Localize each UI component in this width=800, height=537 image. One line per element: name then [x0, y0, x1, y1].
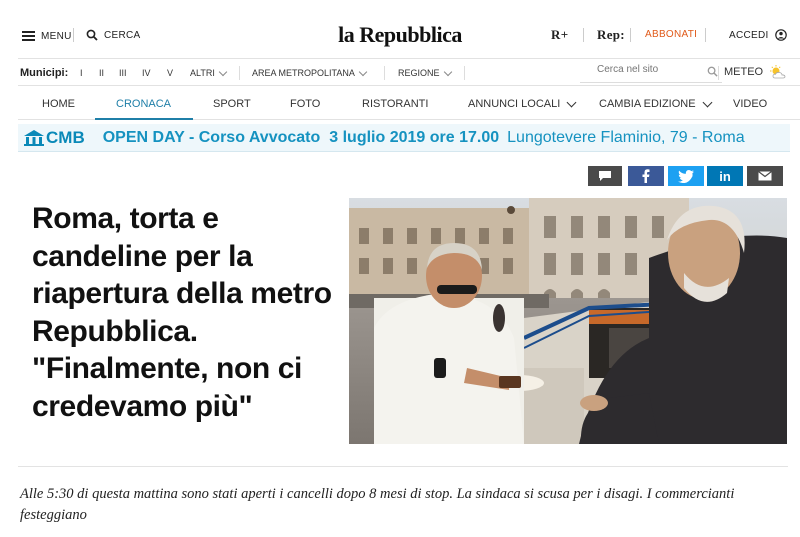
municipio-link[interactable]: II: [99, 68, 104, 78]
metro-reopening-photo: [349, 198, 787, 444]
nav-ristoranti[interactable]: RISTORANTI: [362, 98, 428, 110]
search-icon[interactable]: [707, 66, 718, 77]
banner-place: Lungotevere Flaminio, 79 - Roma: [507, 128, 745, 146]
search-input[interactable]: [597, 64, 707, 75]
regione-dropdown[interactable]: REGIONE: [398, 67, 452, 78]
nav-annunci-locali-label: ANNUNCI LOCALI: [468, 98, 561, 110]
separator: [705, 28, 706, 42]
cmb-brand: CMB: [46, 127, 85, 147]
comment-icon: [599, 171, 611, 181]
email-share-button[interactable]: [747, 166, 783, 186]
municipio-link[interactable]: V: [167, 68, 173, 78]
site-search: [580, 61, 722, 83]
nav-foto[interactable]: FOTO: [290, 98, 320, 110]
altri-label: ALTRI: [190, 68, 215, 78]
twitter-share-button[interactable]: [668, 166, 704, 186]
rplus-link[interactable]: R+: [551, 27, 568, 43]
separator: [464, 66, 465, 80]
rep-logo: Rep:: [597, 27, 625, 42]
user-icon: [774, 29, 787, 41]
weather-sun-cloud-icon: [770, 65, 786, 79]
nav-cambia-edizione[interactable]: CAMBIA EDIZIONE: [599, 97, 713, 110]
article-photo[interactable]: [349, 198, 787, 444]
chevron-down-icon: [566, 97, 577, 108]
facebook-icon: [642, 169, 650, 183]
main-nav: HOME CRONACA SPORT FOTO RISTORANTI ANNUN…: [18, 88, 800, 120]
nav-sport[interactable]: SPORT: [213, 98, 251, 110]
municipi-bar: Municipi: I II III IV V ALTRI AREA METRO…: [18, 58, 800, 86]
municipio-link[interactable]: IV: [142, 68, 151, 78]
comment-button[interactable]: [588, 166, 622, 186]
twitter-icon: [678, 169, 694, 183]
facebook-share-button[interactable]: [628, 166, 664, 186]
nav-video[interactable]: VIDEO: [733, 98, 767, 110]
chevron-down-icon: [218, 67, 228, 76]
chevron-down-icon: [702, 97, 713, 108]
separator: [384, 66, 385, 80]
banner-date: 3 luglio 2019 ore 17.00: [329, 128, 500, 146]
meteo-link[interactable]: METEO: [724, 65, 789, 79]
email-icon: [758, 171, 772, 181]
municipio-link[interactable]: I: [80, 68, 83, 78]
subscribe-link[interactable]: ABBONATI: [645, 29, 697, 40]
article-headline: Roma, torta e candeline per la riapertur…: [32, 202, 332, 423]
regione-label: REGIONE: [398, 68, 440, 78]
cmb-logo: CMB: [24, 128, 85, 148]
nav-annunci-locali[interactable]: ANNUNCI LOCALI: [468, 97, 577, 110]
separator: [718, 66, 719, 80]
login-label: ACCEDI: [729, 29, 769, 41]
linkedin-share-button[interactable]: in: [707, 166, 743, 186]
altri-dropdown[interactable]: ALTRI: [190, 67, 228, 78]
separator: [630, 28, 631, 42]
meteo-label: METEO: [724, 66, 764, 78]
nav-cambia-edizione-label: CAMBIA EDIZIONE: [599, 98, 696, 110]
login-button[interactable]: ACCEDI: [729, 29, 787, 41]
active-tab-indicator: [95, 118, 193, 120]
rep-link[interactable]: Rep:: [597, 27, 625, 43]
area-metropolitana-dropdown[interactable]: AREA METROPOLITANA: [252, 67, 368, 78]
article-summary: Alle 5:30 di questa mattina sono stati a…: [20, 486, 735, 523]
banner-title: OPEN DAY - Corso Avvocato: [102, 128, 321, 146]
nav-home[interactable]: HOME: [42, 98, 75, 110]
separator: [239, 66, 240, 80]
chevron-down-icon: [358, 67, 368, 76]
nav-cronaca[interactable]: CRONACA: [116, 98, 171, 110]
building-icon: [24, 129, 44, 146]
ad-banner[interactable]: CMB OPEN DAY - Corso Avvocato 3 luglio 2…: [18, 124, 790, 152]
rplus-logo: R+: [551, 27, 569, 42]
divider: [18, 466, 788, 467]
chevron-down-icon: [443, 67, 452, 76]
area-metropolitana-label: AREA METROPOLITANA: [252, 68, 355, 78]
municipi-label: Municipi:: [20, 67, 69, 79]
top-bar: MENU CERCA la Repubblica R+ Rep: ABBONAT…: [0, 0, 800, 58]
municipio-link[interactable]: III: [119, 68, 127, 78]
linkedin-icon: in: [719, 168, 731, 184]
separator: [583, 28, 584, 42]
